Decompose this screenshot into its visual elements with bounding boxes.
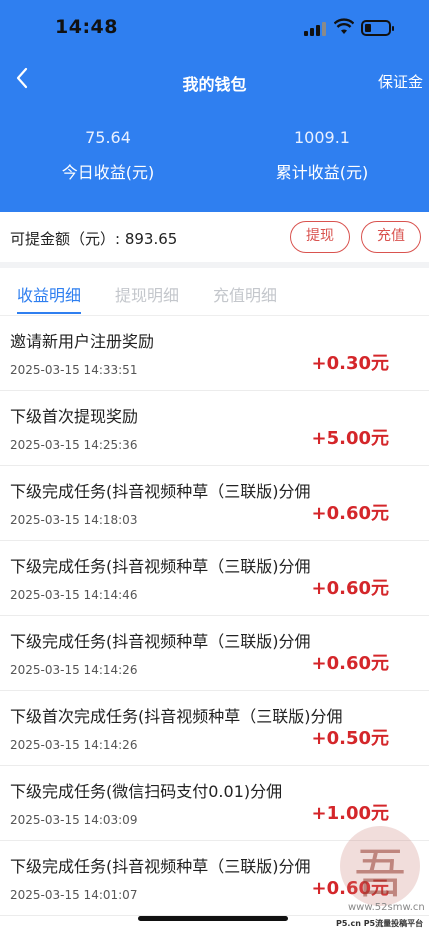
record-title: 下级完成任务(抖音视频种草（三联版)分佣 bbox=[10, 632, 311, 651]
signal-icon bbox=[304, 22, 326, 36]
record-time: 2025-03-15 14:14:46 bbox=[10, 588, 138, 602]
status-time: 14:48 bbox=[55, 16, 118, 38]
tab-earnings-detail[interactable]: 收益明细 bbox=[17, 282, 81, 306]
record-amount: +5.00元 bbox=[311, 428, 390, 449]
withdrawable-amount: 可提金额（元）: 893.65 bbox=[10, 230, 178, 248]
record-title: 下级完成任务(抖音视频种草（三联版)分佣 bbox=[10, 482, 311, 501]
record-title: 下级首次提现奖励 bbox=[10, 407, 139, 426]
watermark-url: www.52smw.cn bbox=[348, 902, 425, 913]
record-tabs: 收益明细 提现明细 充值明细 bbox=[0, 268, 429, 316]
record-title: 下级完成任务(抖音视频种草（三联版)分佣 bbox=[10, 857, 311, 876]
watermark-seal: 吾 bbox=[340, 826, 420, 906]
list-item[interactable]: 邀请新用户注册奖励 2025-03-15 14:33:51 +0.30元 bbox=[0, 316, 429, 391]
watermark-seal-glyph: 吾 bbox=[354, 845, 407, 905]
record-time: 2025-03-15 14:01:07 bbox=[10, 888, 138, 902]
record-title: 下级完成任务(抖音视频种草（三联版)分佣 bbox=[10, 557, 311, 576]
record-title: 邀请新用户注册奖励 bbox=[10, 332, 155, 351]
wifi-icon bbox=[334, 18, 354, 34]
list-item[interactable]: 下级首次提现奖励 2025-03-15 14:25:36 +5.00元 bbox=[0, 391, 429, 466]
total-earnings-value: 1009.1 bbox=[294, 128, 350, 147]
today-earnings-value: 75.64 bbox=[85, 128, 131, 147]
record-time: 2025-03-15 14:03:09 bbox=[10, 813, 138, 827]
withdraw-bar: 可提金额（元）: 893.65 提现 充值 bbox=[0, 212, 429, 262]
watermark-footer: P5.cn P5流量投稿平台 bbox=[336, 919, 424, 928]
today-earnings: 75.64 今日收益(元) bbox=[18, 128, 198, 183]
deposit-link[interactable]: 保证金 bbox=[378, 71, 423, 92]
list-item[interactable]: 下级完成任务(抖音视频种草（三联版)分佣 2025-03-15 14:18:03… bbox=[0, 466, 429, 541]
wallet-header: 14:48 我的钱包 保证金 75.64 今日收益(元) 1009.1 累计收益… bbox=[0, 0, 429, 212]
record-amount: +0.30元 bbox=[311, 353, 390, 374]
record-amount: +1.00元 bbox=[311, 803, 390, 824]
status-bar: 14:48 bbox=[0, 0, 429, 58]
battery-icon bbox=[361, 20, 394, 36]
tab-withdraw-detail[interactable]: 提现明细 bbox=[115, 282, 179, 306]
list-item[interactable]: 下级完成任务(抖音视频种草（三联版)分佣 2025-03-15 14:14:26… bbox=[0, 616, 429, 691]
active-tab-indicator bbox=[17, 312, 81, 314]
page-title: 我的钱包 bbox=[182, 75, 247, 94]
record-time: 2025-03-15 14:33:51 bbox=[10, 363, 138, 377]
today-earnings-label: 今日收益(元) bbox=[61, 163, 155, 182]
record-time: 2025-03-15 14:25:36 bbox=[10, 438, 138, 452]
record-time: 2025-03-15 14:14:26 bbox=[10, 738, 138, 752]
list-item[interactable]: 下级首次完成任务(抖音视频种草（三联版)分佣 2025-03-15 14:14:… bbox=[0, 691, 429, 766]
record-amount: +0.60元 bbox=[311, 503, 390, 524]
total-earnings: 1009.1 累计收益(元) bbox=[232, 128, 412, 183]
record-time: 2025-03-15 14:14:26 bbox=[10, 663, 138, 677]
record-amount: +0.50元 bbox=[311, 728, 390, 749]
withdraw-button[interactable]: 提现 bbox=[290, 221, 350, 253]
record-amount: +0.60元 bbox=[311, 653, 390, 674]
record-title: 下级首次完成任务(抖音视频种草（三联版)分佣 bbox=[10, 707, 343, 726]
list-item[interactable]: 下级完成任务(抖音视频种草（三联版)分佣 2025-03-15 14:14:46… bbox=[0, 541, 429, 616]
total-earnings-label: 累计收益(元) bbox=[275, 163, 369, 182]
tab-recharge-detail[interactable]: 充值明细 bbox=[213, 282, 277, 306]
record-amount: +0.60元 bbox=[311, 578, 390, 599]
home-indicator bbox=[138, 916, 288, 921]
record-title: 下级完成任务(微信扫码支付0.01)分佣 bbox=[10, 782, 283, 801]
record-time: 2025-03-15 14:18:03 bbox=[10, 513, 138, 527]
nav-bar: 我的钱包 保证金 bbox=[0, 58, 429, 104]
recharge-button[interactable]: 充值 bbox=[361, 221, 421, 253]
